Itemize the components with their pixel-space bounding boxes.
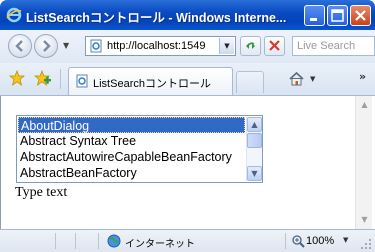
address-bar[interactable]: http://localhost:1549 ▼ xyxy=(85,36,236,56)
ie-icon xyxy=(6,7,22,23)
list-item[interactable]: Abstract Syntax Tree xyxy=(18,133,245,149)
scroll-up-icon[interactable]: ▲ xyxy=(358,98,371,112)
type-text-label: Type text xyxy=(15,185,68,200)
stop-icon xyxy=(269,40,280,51)
zoom-icon[interactable] xyxy=(291,234,305,248)
status-separator xyxy=(55,233,56,249)
more-tools-chevron-icon[interactable]: » xyxy=(359,70,366,83)
history-dropdown-icon[interactable]: ▼ xyxy=(63,41,69,50)
status-bar: インターネット 100% ▼ xyxy=(0,229,375,252)
status-separator xyxy=(75,233,76,249)
list-item[interactable]: AboutDialog xyxy=(18,117,245,133)
list-item[interactable]: AbstractBeanFactory xyxy=(18,165,245,181)
browser-window: ListSearchコントロール - Windows Interne... ▼ … xyxy=(0,0,375,252)
search-input[interactable]: Live Search xyxy=(292,36,375,56)
refresh-icon xyxy=(246,42,255,49)
scroll-down-icon[interactable]: ▼ xyxy=(358,213,371,227)
listbox-scroll-thumb[interactable] xyxy=(247,133,262,148)
listbox-scroll-up-icon[interactable]: ▲ xyxy=(247,117,262,132)
listbox-scrollbar[interactable]: ▲ ▼ xyxy=(246,117,262,181)
zoom-level[interactable]: 100% xyxy=(306,235,334,247)
tab-bar: ListSearchコントロール ▼ » xyxy=(0,63,375,96)
status-separator xyxy=(98,233,99,249)
search-placeholder[interactable]: Live Search xyxy=(297,40,355,52)
refresh-button[interactable] xyxy=(240,36,261,56)
toolbar-separator xyxy=(60,69,61,89)
stop-button[interactable] xyxy=(264,36,285,56)
new-tab-button[interactable] xyxy=(236,71,264,93)
minimize-icon xyxy=(310,18,317,21)
back-icon xyxy=(15,40,23,52)
address-text[interactable]: http://localhost:1549 xyxy=(107,40,205,52)
status-separator xyxy=(285,233,286,249)
maximize-button[interactable] xyxy=(327,5,348,26)
add-favorite-icon[interactable] xyxy=(34,70,51,87)
security-zone-label: インターネット xyxy=(125,239,195,250)
list-search-listbox[interactable]: AboutDialog Abstract Syntax Tree Abstrac… xyxy=(16,115,263,183)
title-bar: ListSearchコントロール - Windows Interne... xyxy=(0,0,375,30)
favorites-star-icon[interactable] xyxy=(9,70,25,86)
close-icon xyxy=(355,10,366,21)
window-title: ListSearchコントロール - Windows Interne... xyxy=(26,11,287,25)
zoom-dropdown-icon[interactable]: ▼ xyxy=(343,236,348,244)
globe-icon xyxy=(107,234,121,248)
back-button[interactable] xyxy=(8,34,32,58)
maximize-icon xyxy=(331,9,344,22)
resize-grip-icon[interactable] xyxy=(360,238,372,250)
tab-label: ListSearchコントロール xyxy=(93,78,211,90)
address-dropdown-icon[interactable]: ▼ xyxy=(219,38,234,54)
home-icon[interactable] xyxy=(288,70,305,87)
page-icon xyxy=(76,74,88,88)
navigation-bar: ▼ http://localhost:1549 ▼ Live Search xyxy=(0,30,375,63)
list-item[interactable]: AbstractAutowireCapableBeanFactory xyxy=(18,149,245,165)
tab-listsearch[interactable]: ListSearchコントロール xyxy=(68,67,233,95)
minimize-button[interactable] xyxy=(304,5,325,26)
close-button[interactable] xyxy=(350,5,371,26)
page-icon xyxy=(90,39,102,53)
listbox-scroll-down-icon[interactable]: ▼ xyxy=(247,166,262,181)
forward-icon xyxy=(43,40,51,52)
page-scrollbar[interactable]: ▲ ▼ xyxy=(355,96,372,229)
forward-button[interactable] xyxy=(34,34,58,58)
home-dropdown-icon[interactable]: ▼ xyxy=(310,75,315,83)
